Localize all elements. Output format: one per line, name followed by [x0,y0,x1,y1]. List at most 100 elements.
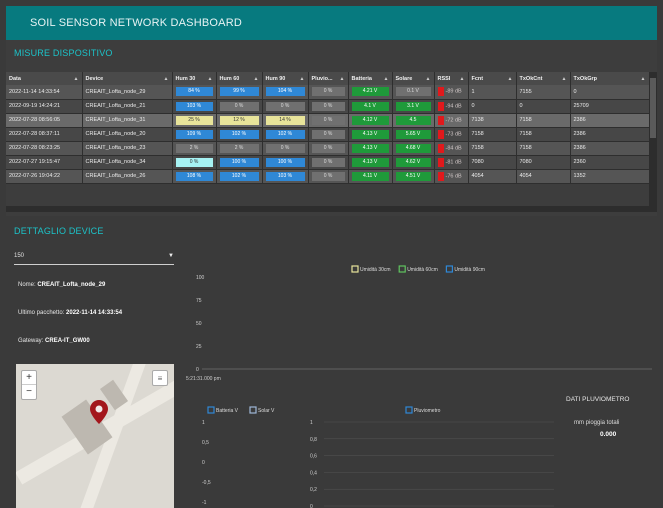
battery-chart-y-axis: 1 0,5 0 -0,5 -1 [202,420,211,506]
sort-arrow-icon[interactable]: ▲ [340,76,345,82]
table-row[interactable]: 2022-09-19 14:24:21 CREAIT_Lofta_node_21 1… [6,99,650,114]
cell-pluvio: 0 % [308,155,349,170]
cell-pluvio: 0 % [308,99,349,114]
humidity-chart-x-tick: 5:21:31.000 pm [186,376,221,382]
table-row[interactable]: 2022-07-28 08:56:05 CREAIT_Lofta_node_31 2… [6,113,650,128]
cell-hum90: 104 % [262,85,309,100]
y-tick-label: 0,6 [310,454,317,460]
column-header[interactable]: Hum 90 ▲ [262,72,309,85]
cell-solar: 0.1 V [392,85,435,100]
cell-solar: 3.1 V [392,99,435,114]
table-row[interactable]: 2022-07-28 08:37:11 CREAIT_Lofta_node_20 1… [6,127,650,142]
legend-swatch[interactable] [249,406,257,414]
cell-fcnt: 1 [468,85,517,100]
legend-swatch[interactable] [405,406,413,414]
legend-label[interactable]: Umidità 30cm [360,267,391,273]
column-header-label: Data [9,75,21,82]
gateway-info: Gateway: CREA-IT_GW00 [18,338,90,344]
cell-solar: 4.5 [392,113,435,128]
last-packet-info: Ultimo pacchetto: 2022-11-14 14:33:54 [18,310,122,316]
table-row[interactable]: 2022-07-26 19:04:22 CREAIT_Lofta_node_26 1… [6,169,650,184]
cell-hum90-value: 100 % [265,157,305,167]
device-select[interactable]: 150 ▼ [14,249,174,265]
table-row[interactable]: 2022-07-28 08:23:25 CREAIT_Lofta_node_23 2… [6,141,650,156]
scrollbar-thumb[interactable] [650,78,656,138]
zoom-out-button[interactable]: − [22,385,36,399]
cell-solar-value: 4.68 V [395,143,431,153]
cell-device: CREAIT_Lofta_node_31 [82,113,173,128]
cell-hum30-value: 103 % [175,101,213,111]
column-header[interactable]: TxOkCnt ▲ [516,72,571,85]
sort-arrow-icon[interactable]: ▲ [562,76,567,82]
column-header[interactable]: Batteria ▲ [348,72,393,85]
sort-arrow-icon[interactable]: ▲ [300,76,305,82]
column-header[interactable]: Data ▲ [6,72,83,85]
map-marker-icon[interactable] [90,400,108,424]
cell-solar-value: 3.1 V [395,101,431,111]
legend-swatch[interactable] [207,406,215,414]
rain-gauge-title: DATI PLUVIOMETRO [566,396,630,403]
gateway-value: CREA-IT_GW00 [45,338,90,344]
cell-hum60: 99 % [216,85,263,100]
measures-table: Data ▲ Device ▲ Hum 30 ▲ Hum 60 ▲ Hum 90 ▲ Pluvio.… [6,72,650,184]
legend-label[interactable]: Batteria V [216,408,239,414]
y-tick-label: 0 [196,367,199,373]
signal-bar-icon [437,129,444,139]
zoom-in-button[interactable]: + [22,371,36,385]
cell-hum30: 108 % [172,169,217,184]
sort-arrow-icon[interactable]: ▲ [641,76,646,82]
sort-arrow-icon[interactable]: ▲ [74,76,79,82]
device-map[interactable]: + − ≡ [16,364,174,508]
column-header[interactable]: Fcnt ▲ [468,72,517,85]
cell-txokcnt: 4054 [516,169,571,184]
cell-rssi: -76 dB [434,169,469,184]
column-header[interactable]: Device ▲ [82,72,173,85]
table-body: 2022-11-14 14:33:54 CREAIT_Lofta_node_29 8… [6,85,650,184]
cell-hum90-value: 0 % [265,101,305,111]
table-horizontal-scrollbar[interactable] [6,206,649,212]
legend-label[interactable]: Pluviometro [414,408,441,414]
column-header[interactable]: TxOkGrp ▲ [570,72,650,85]
column-header[interactable]: Hum 60 ▲ [216,72,263,85]
legend-label[interactable]: Umidità 90cm [454,267,485,273]
sort-arrow-icon[interactable]: ▲ [208,76,213,82]
cell-txokgrp: 2360 [570,155,650,170]
legend-swatch[interactable] [398,265,406,273]
cell-rssi-value: -94 dB [445,103,462,109]
table-row[interactable]: 2022-07-27 19:15:47 CREAIT_Lofta_node_34 0… [6,155,650,170]
column-header[interactable]: Solare ▲ [392,72,435,85]
cell-solar-value: 5.65 V [395,129,431,139]
sort-arrow-icon[interactable]: ▲ [254,76,259,82]
sort-arrow-icon[interactable]: ▲ [426,76,431,82]
cell-hum30: 2 % [172,141,217,156]
sort-arrow-icon[interactable]: ▲ [460,76,465,82]
cell-hum90-value: 0 % [265,143,305,153]
column-header[interactable]: Pluvio... ▲ [308,72,349,85]
sort-arrow-icon[interactable]: ▲ [508,76,513,82]
cell-device: CREAIT_Lofta_node_34 [82,155,173,170]
cell-txokgrp: 25709 [570,99,650,114]
column-header-label: Batteria [351,75,372,82]
cell-hum90: 14 % [262,113,309,128]
column-header[interactable]: Hum 30 ▲ [172,72,217,85]
layers-icon[interactable]: ≡ [152,370,168,386]
cell-pluvio-value: 0 % [311,171,345,181]
sort-arrow-icon[interactable]: ▲ [384,76,389,82]
table-vertical-scrollbar[interactable] [649,72,657,212]
column-header-label: Device [85,75,104,82]
cell-hum60-value: 100 % [219,157,259,167]
sort-arrow-icon[interactable]: ▲ [164,76,169,82]
cell-rssi: -84 dB [434,141,469,156]
table-row[interactable]: 2022-11-14 14:33:54 CREAIT_Lofta_node_29 8… [6,85,650,100]
legend-label[interactable]: Umidità 60cm [407,267,438,273]
y-tick-label: 0,4 [310,470,317,476]
column-header[interactable]: RSSI ▲ [434,72,469,85]
legend-swatch[interactable] [351,265,359,273]
cell-txokgrp: 0 [570,85,650,100]
cell-hum60-value: 102 % [219,171,259,181]
cell-device: CREAIT_Lofta_node_23 [82,141,173,156]
cell-hum60: 100 % [216,155,263,170]
legend-label[interactable]: Solar V [258,408,275,414]
cell-battery-value: 4.13 V [351,129,389,139]
legend-swatch[interactable] [445,265,453,273]
